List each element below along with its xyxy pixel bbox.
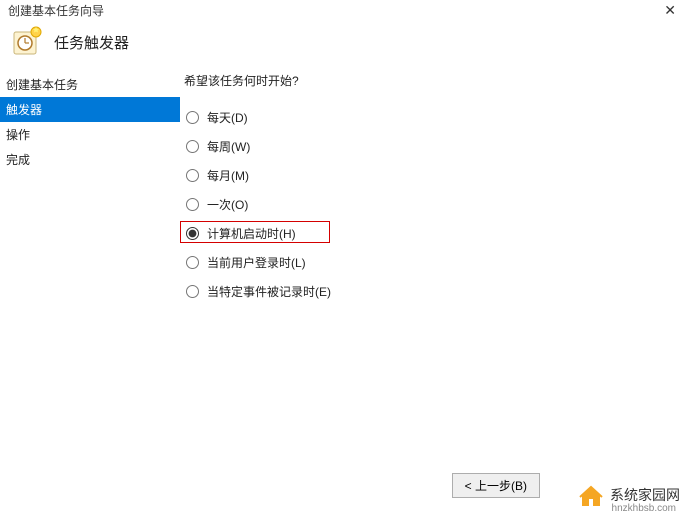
label-monthly: 每月(M) [207,167,249,184]
label-weekly: 每周(W) [207,138,250,155]
radio-user-logon[interactable] [186,256,199,269]
main-panel: 希望该任务何时开始? 每天(D) 每周(W) 每月(M) 一次(O) 计算机启动… [180,68,690,306]
wizard-icon [12,26,44,58]
radio-event-logged[interactable] [186,285,199,298]
radio-monthly[interactable] [186,169,199,182]
close-icon[interactable]: ✕ [658,2,682,19]
sidebar-item-finish[interactable]: 完成 [0,147,180,172]
watermark: 系统家园网 hnzkhbsb.com [574,480,684,510]
label-computer-start: 计算机启动时(H) [207,225,296,242]
sidebar-item-action[interactable]: 操作 [0,122,180,147]
option-daily[interactable]: 每天(D) [184,103,690,132]
sidebar-item-trigger[interactable]: 触发器 [0,97,180,122]
radio-weekly[interactable] [186,140,199,153]
sidebar: 创建基本任务 触发器 操作 完成 [0,68,180,306]
radio-once[interactable] [186,198,199,211]
titlebar: 创建基本任务向导 ✕ [0,0,690,20]
label-daily: 每天(D) [207,109,248,126]
sidebar-item-create-task[interactable]: 创建基本任务 [0,72,180,97]
footer: < 上一步(B) [452,473,540,498]
option-user-logon[interactable]: 当前用户登录时(L) [184,248,690,277]
prompt-text: 希望该任务何时开始? [184,72,690,89]
label-event-logged: 当特定事件被记录时(E) [207,283,331,300]
radio-computer-start[interactable] [186,227,199,240]
watermark-text: 系统家园网 [610,485,680,505]
radio-daily[interactable] [186,111,199,124]
option-computer-start[interactable]: 计算机启动时(H) [184,219,690,248]
watermark-sub: hnzkhbsb.com [612,503,676,514]
window-title: 创建基本任务向导 [8,2,104,19]
wizard-header: 任务触发器 [0,20,690,68]
page-title: 任务触发器 [54,32,129,53]
option-weekly[interactable]: 每周(W) [184,132,690,161]
wizard-body: 创建基本任务 触发器 操作 完成 希望该任务何时开始? 每天(D) 每周(W) … [0,68,690,306]
watermark-logo-icon [578,482,604,508]
option-monthly[interactable]: 每月(M) [184,161,690,190]
back-button[interactable]: < 上一步(B) [452,473,540,498]
label-user-logon: 当前用户登录时(L) [207,254,306,271]
option-once[interactable]: 一次(O) [184,190,690,219]
option-event-logged[interactable]: 当特定事件被记录时(E) [184,277,690,306]
label-once: 一次(O) [207,196,248,213]
